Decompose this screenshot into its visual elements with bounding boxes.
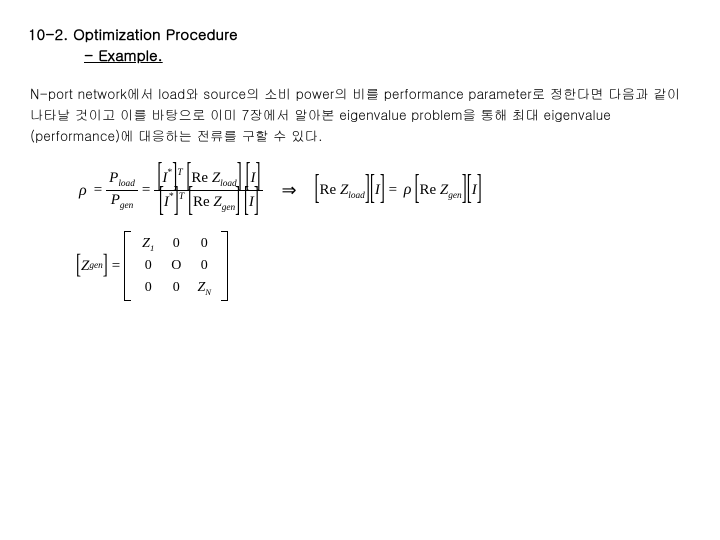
section-title: 10-2. Optimization Procedure [28, 24, 692, 45]
equals: = [112, 258, 120, 275]
m-cell: 0 [145, 258, 152, 274]
m-cell: 0 [173, 236, 180, 252]
p-den: P [111, 192, 120, 208]
section-subtitle: - Example. [28, 45, 692, 66]
i-fraction: [I*]T [Re Zload] [I] [I*]T [Re Zgen] [I] [154, 167, 263, 215]
p-fraction: Pload Pgen [106, 169, 138, 213]
body-paragraph: N-port network에서 load와 source의 소비 power의… [28, 84, 692, 147]
p-num: P [109, 170, 118, 186]
equation-area: ρ = Pload Pgen = [I*]T [Re Zload] [I] [I… [28, 167, 692, 301]
m-cell: 0 [173, 280, 180, 296]
m-cell: 0 [201, 236, 208, 252]
z-sym: Z [213, 194, 221, 210]
m-cell: O [171, 258, 181, 274]
equals: = [142, 182, 150, 199]
z-gen-sub: gen [222, 203, 235, 213]
zgen-matrix: Z1 0 0 0 O 0 0 0 ZN [124, 231, 228, 301]
m-cell: 0 [201, 258, 208, 274]
re-label: Re [419, 182, 436, 198]
document-page: 10-2. Optimization Procedure - Example. … [0, 0, 720, 301]
re-label: Re [191, 170, 208, 186]
z-sym: Z [81, 258, 89, 275]
z-sym: Z [440, 182, 448, 198]
z-gen-sub: gen [448, 191, 461, 201]
equation-1: ρ = Pload Pgen = [I*]T [Re Zload] [I] [I… [76, 167, 692, 215]
m-cell: Z1 [142, 236, 154, 253]
p-den-sub: gen [120, 201, 133, 211]
eq1-lhs: ρ = Pload Pgen = [I*]T [Re Zload] [I] [I… [76, 167, 263, 215]
transpose: T [177, 167, 182, 178]
re-label: Re [320, 182, 337, 198]
gen-sub: gen [89, 261, 102, 271]
transpose: T [179, 191, 184, 202]
zgen-label: [Zgen] [76, 258, 108, 275]
equation-2: [Zgen] = Z1 0 0 0 O 0 0 0 ZN [76, 231, 692, 301]
z-sym: Z [212, 170, 220, 186]
eq1-rhs: [Re Zload][I] = ρ[Re Zgen][I] [315, 181, 482, 201]
p-num-sub: load [118, 179, 135, 189]
equals: = [94, 182, 102, 199]
z-load-sub: load [348, 191, 365, 201]
re-label: Re [193, 194, 210, 210]
rho-symbol: ρ [401, 181, 415, 198]
implies-arrow: ⇒ [281, 180, 296, 201]
rho-symbol: ρ [76, 182, 90, 200]
m-cell: ZN [197, 280, 211, 297]
m-cell: 0 [145, 280, 152, 296]
